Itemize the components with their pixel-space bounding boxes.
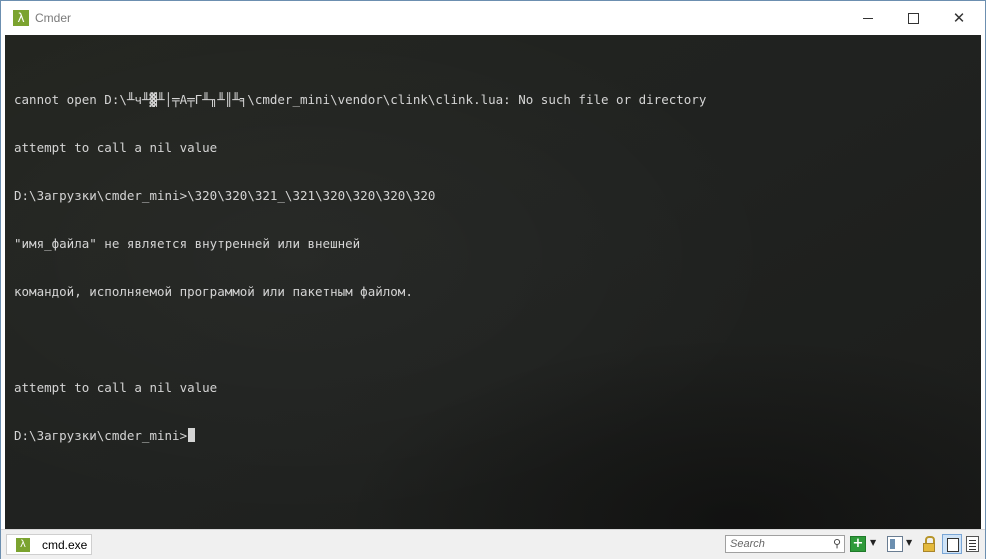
console-line: "имя_файла" не является внутренней или в… (14, 236, 361, 251)
minimize-button[interactable] (845, 1, 891, 35)
chevron-down-icon[interactable]: ▼ (906, 538, 914, 548)
maximize-icon (907, 12, 919, 24)
minimize-icon (863, 17, 873, 19)
prompt-line[interactable]: D:\Загрузки\cmder_mini> (14, 428, 706, 444)
view-toggle-icon[interactable] (887, 536, 903, 552)
tab-cmd-exe[interactable]: λ cmd.exe (6, 534, 92, 555)
split-view-icon[interactable] (942, 534, 962, 554)
cmder-window: λ Cmder ✕ cannot open D:\╨ч╨▓╨│╤А╤Г╨╖╨║╨… (0, 0, 986, 559)
search-icon[interactable]: ⚲ (833, 537, 841, 550)
title-bar[interactable]: λ Cmder ✕ (1, 1, 985, 35)
search-box[interactable]: ⚲ (725, 535, 845, 553)
search-input[interactable] (726, 536, 830, 552)
tab-label: cmd.exe (42, 538, 88, 552)
lambda-app-icon[interactable]: λ (13, 10, 29, 26)
command-prompt: D:\Загрузки\cmder_mini> (14, 428, 188, 443)
console-output: cannot open D:\╨ч╨▓╨│╤А╤Г╨╖╨║╨╕\cmder_mi… (14, 60, 706, 476)
window-title: Cmder (35, 11, 72, 25)
console-area[interactable]: cannot open D:\╨ч╨▓╨│╤А╤Г╨╖╨║╨╕\cmder_mi… (5, 35, 981, 529)
status-bar: λ cmd.exe ⚲ + ▼ ▼ (1, 529, 985, 559)
close-icon: ✕ (952, 8, 966, 27)
text-cursor (188, 428, 196, 442)
menu-icon[interactable] (966, 536, 979, 552)
lock-icon[interactable] (922, 536, 936, 552)
maximize-button[interactable] (890, 1, 936, 35)
lock-body (923, 543, 935, 552)
chevron-down-icon[interactable]: ▼ (870, 538, 878, 548)
console-line: cannot open D:\╨ч╨▓╨│╤А╤Г╨╖╨║╨╕\cmder_mi… (14, 92, 707, 107)
console-line: командой, исполняемой программой или пак… (14, 284, 413, 299)
console-line: attempt to call a nil value (14, 140, 218, 155)
lambda-tab-icon: λ (16, 538, 30, 552)
console-line: D:\Загрузки\cmder_mini>\320\320\321_\321… (14, 188, 436, 203)
console-line: attempt to call a nil value (14, 380, 218, 395)
close-button[interactable]: ✕ (936, 1, 982, 35)
new-console-button[interactable]: + (850, 536, 866, 552)
